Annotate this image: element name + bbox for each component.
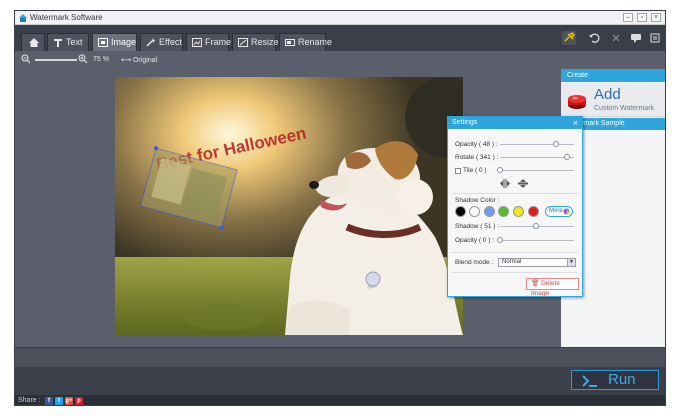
zoom-in-icon[interactable] — [78, 54, 88, 64]
tile-label: Tile ( 0 ) — [463, 167, 487, 174]
tab-label: Resize — [251, 37, 279, 47]
more-colors-button[interactable]: More — [545, 206, 573, 217]
effect-wand-icon — [146, 38, 156, 47]
blend-mode-value: Normal — [502, 259, 522, 265]
divider — [452, 252, 578, 253]
tab-text[interactable]: Text — [47, 33, 89, 51]
chat-icon[interactable] — [629, 31, 643, 45]
trash-icon: 🗑 — [531, 280, 540, 287]
tile-slider[interactable] — [500, 170, 574, 171]
opacity-slider-handle[interactable] — [553, 141, 559, 147]
create-header: Create — [561, 69, 665, 82]
opacity-slider[interactable] — [500, 144, 574, 145]
swatch-red[interactable] — [528, 206, 539, 217]
shadow-opacity-slider[interactable] — [500, 240, 574, 241]
google-plus-icon[interactable]: g+ — [65, 397, 73, 405]
swatch-black[interactable] — [455, 206, 466, 217]
blend-mode-select[interactable]: Normal ▼ — [498, 258, 576, 267]
tab-label: Rename — [298, 37, 333, 47]
close-window-button[interactable]: × — [651, 13, 661, 22]
swatch-white[interactable] — [469, 206, 480, 217]
toolbar: Text Image Effect Frame Resize Rename — [15, 25, 665, 51]
opacity-label: Opacity ( 48 ) : — [455, 141, 498, 148]
settings-header: Settings × — [448, 117, 582, 129]
zoom-percent: 75 % — [93, 56, 109, 63]
add-label: Add — [594, 86, 621, 103]
share-label: Share : — [18, 397, 41, 404]
tab-home[interactable] — [21, 33, 45, 51]
pinterest-icon[interactable]: p — [75, 397, 83, 405]
rotate-label: Rotate ( 341 ) : — [455, 154, 499, 161]
menu-icon[interactable] — [648, 31, 662, 45]
close-settings-button[interactable]: × — [573, 118, 578, 128]
tile-slider-handle[interactable] — [497, 167, 503, 173]
shadow-label: Shadow ( 51 ) : — [455, 223, 500, 230]
minimize-button[interactable]: – — [623, 13, 633, 22]
run-area: Run — [15, 367, 665, 395]
flip-horizontal-icon[interactable] — [500, 179, 510, 188]
facebook-icon[interactable]: f — [45, 397, 53, 405]
zoom-bar: 75 % ⟷ Original — [15, 51, 561, 69]
tab-effect[interactable]: Effect — [140, 33, 183, 51]
swatch-blue[interactable] — [484, 206, 495, 217]
tab-rename[interactable]: Rename — [279, 33, 332, 51]
home-icon — [29, 38, 39, 47]
tab-label: Image — [111, 37, 137, 47]
original-label: Original — [132, 57, 158, 64]
tab-label: Frame — [205, 37, 232, 47]
add-watermark-icon — [568, 95, 586, 109]
shadow-opacity-slider-handle[interactable] — [497, 237, 503, 243]
swatch-green[interactable] — [498, 206, 509, 217]
zoom-out-icon[interactable] — [21, 54, 31, 64]
shadow-slider-handle[interactable] — [533, 223, 539, 229]
text-icon — [54, 39, 62, 47]
chevron-down-icon: ▼ — [567, 259, 575, 266]
pin-icon[interactable] — [562, 31, 576, 45]
run-button[interactable]: Run — [571, 370, 659, 390]
add-sublabel: Custom Watermark — [594, 105, 655, 112]
tab-resize[interactable]: Resize — [232, 33, 279, 51]
delete-image-button[interactable]: 🗑 Delete Image — [526, 278, 579, 297]
rotate-slider-handle[interactable] — [564, 154, 570, 160]
rotate-slider[interactable] — [500, 157, 574, 158]
shadow-color-label: Shadow Color : — [455, 197, 500, 204]
add-watermark-button[interactable]: Add Custom Watermark — [561, 83, 665, 117]
redo-disabled-icon[interactable] — [609, 31, 623, 45]
undo-icon[interactable] — [587, 31, 601, 45]
blend-mode-label: Blend mode : — [455, 259, 494, 266]
settings-title: Settings — [452, 119, 478, 126]
run-arrow-icon — [582, 375, 597, 387]
divider — [452, 193, 578, 194]
swatch-yellow[interactable] — [513, 206, 524, 217]
flip-vertical-icon[interactable] — [518, 179, 528, 188]
rename-icon — [285, 39, 295, 46]
shadow-opacity-label: Opacity ( 0 ) : — [455, 237, 495, 244]
zoom-slider[interactable] — [35, 59, 77, 61]
frame-icon — [192, 38, 202, 47]
run-label: Run — [608, 371, 636, 388]
share-bar: Share : f t g+ p — [15, 395, 665, 405]
restore-button[interactable]: ▫ — [637, 13, 647, 22]
tile-checkbox[interactable] — [455, 168, 461, 174]
original-size-button[interactable]: ⟷ Original — [121, 56, 157, 64]
preview-photo: Best for Halloween — [115, 77, 463, 335]
tab-image[interactable]: Image — [92, 33, 137, 51]
resize-icon — [238, 38, 248, 47]
app-logo-icon — [19, 14, 27, 22]
tab-label: Text — [66, 37, 83, 47]
thumbnail-strip — [15, 347, 665, 367]
more-label: More — [549, 208, 563, 214]
window-title: Watermark Software — [30, 13, 103, 22]
divider — [452, 272, 578, 273]
twitter-icon[interactable]: t — [55, 397, 63, 405]
color-wheel-icon — [563, 208, 570, 215]
tab-label: Effect — [159, 37, 182, 47]
dog-photo-image: Best for Halloween — [115, 77, 463, 335]
settings-panel: Settings × Opacity ( 48 ) : Rotate ( 341… — [447, 116, 583, 297]
title-bar: Watermark Software – ▫ × — [15, 11, 665, 25]
image-icon — [98, 38, 108, 47]
tab-frame[interactable]: Frame — [186, 33, 232, 51]
